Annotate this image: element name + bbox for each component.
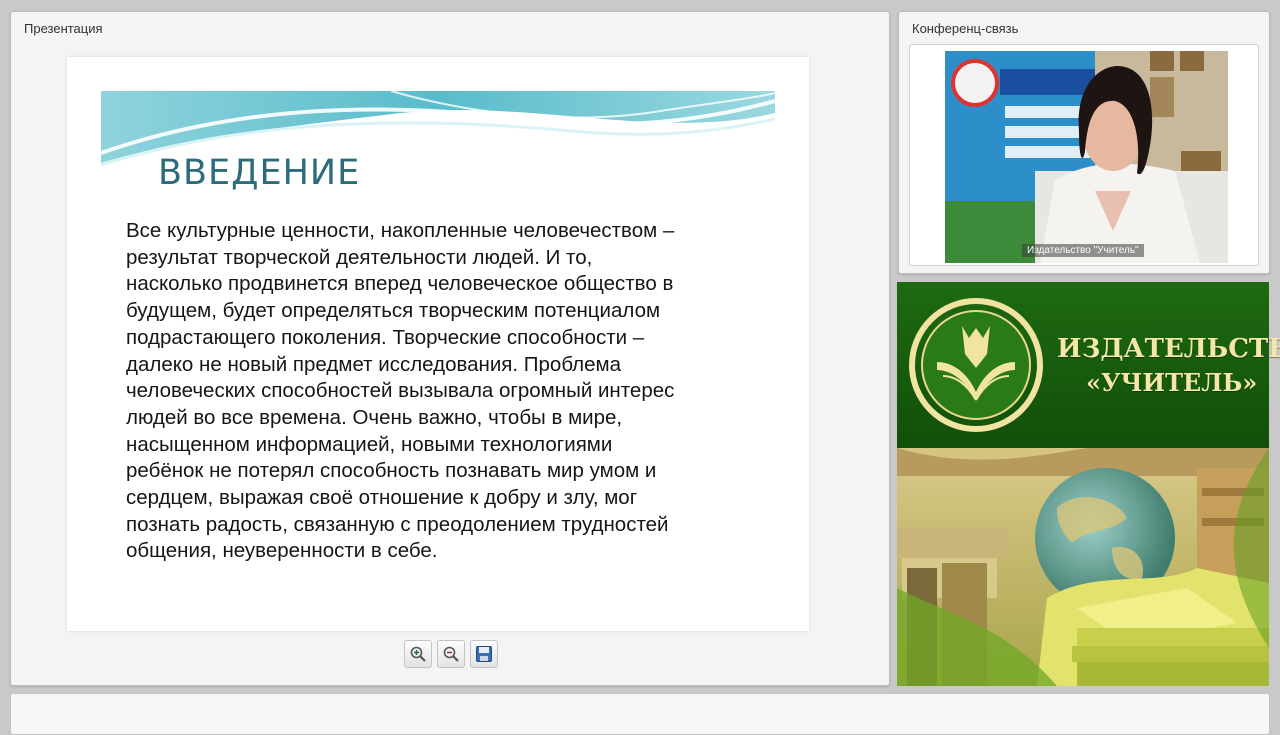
slide-text-line: сердцем, выражая своё отношение к добру … (126, 486, 638, 510)
publisher-logo (909, 298, 1043, 432)
presentation-panel-title: Презентация (24, 21, 103, 36)
video-scene (945, 51, 1228, 263)
slide-body-text: Все культурные ценности, накопленные чел… (126, 218, 766, 565)
zoom-out-icon (443, 646, 459, 662)
zoom-in-button[interactable] (404, 640, 432, 668)
slide-text-line: результат творческой деятельности людей.… (126, 245, 593, 269)
slide-text-line: общения, неуверенности в себе. (126, 539, 438, 563)
presentation-panel: Презентация ВВЕДЕНИЕ Все культурные ценн… (10, 11, 890, 686)
webcam-video[interactable]: Издательство "Учитель" (945, 51, 1228, 263)
conference-panel-title: Конференц-связь (912, 21, 1019, 36)
save-icon (476, 646, 492, 662)
slide-text-line: подрастающего поколения. Творческие спос… (126, 325, 645, 349)
bottom-panel (10, 693, 1270, 735)
video-caption: Издательство "Учитель" (1022, 244, 1144, 257)
slide-heading: ВВЕДЕНИЕ (158, 153, 361, 193)
slide-text-line: ребёнок не потерял способность познавать… (126, 459, 657, 483)
zoom-in-icon (410, 646, 426, 662)
slide-text-line: далеко не новый предмет исследования. Пр… (126, 352, 622, 376)
save-button[interactable] (470, 640, 498, 668)
publisher-name-line1: ИЗДАТЕЛЬСТВО (1057, 334, 1280, 364)
presentation-slide: ВВЕДЕНИЕ Все культурные ценности, накопл… (67, 57, 809, 631)
slide-text-line: Все культурные ценности, накопленные чел… (126, 219, 675, 242)
zoom-out-button[interactable] (437, 640, 465, 668)
slide-text-line: человеческих способностей вызывала огром… (126, 379, 675, 403)
books-globe-illustration (897, 448, 1269, 686)
slide-text-line: людей во все времена. Очень важно, чтобы… (126, 405, 623, 429)
publisher-banner: ИЗДАТЕЛЬСТВО «УЧИТЕЛЬ» (897, 282, 1280, 448)
publisher-name-line2: «УЧИТЕЛЬ» (1086, 368, 1258, 397)
slide-text-line: познать радость, связанную с преодоление… (126, 512, 669, 536)
slide-text-line: насколько продвинется вперед человеческо… (126, 272, 674, 296)
slide-text-line: насыщенном информацией, новыми технологи… (126, 432, 613, 456)
conference-panel: Конференц-связь Издательство "Учитель" (898, 11, 1270, 274)
books-globe-image (897, 448, 1269, 686)
video-frame: Издательство "Учитель" (909, 44, 1259, 266)
slide-text-line: будущем, будет определяться творческим п… (126, 299, 661, 323)
